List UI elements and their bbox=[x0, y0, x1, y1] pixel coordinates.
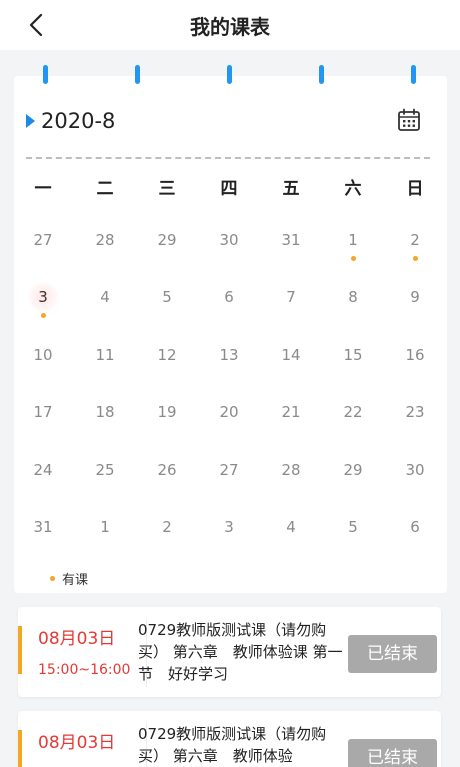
calendar-day[interactable]: 21 bbox=[271, 392, 311, 432]
binder-ring bbox=[411, 65, 416, 84]
calendar-day[interactable]: 24 bbox=[23, 450, 63, 490]
weekday-label: 五 bbox=[282, 179, 300, 199]
weekday-label: 四 bbox=[220, 179, 238, 199]
dashed-divider bbox=[26, 157, 430, 159]
calendar-day[interactable]: 5 bbox=[333, 507, 373, 547]
calendar-day-selected[interactable]: 3 bbox=[23, 277, 63, 318]
calendar-day[interactable]: 9 bbox=[395, 277, 435, 317]
legend-dot bbox=[50, 575, 55, 581]
weekday-label: 日 bbox=[406, 179, 424, 199]
calendar-day[interactable]: 29 bbox=[147, 220, 187, 260]
calendar-day[interactable]: 3 bbox=[209, 507, 249, 547]
binder-ring bbox=[227, 65, 232, 84]
legend-label: 有课 bbox=[62, 572, 89, 588]
calendar-day[interactable]: 28 bbox=[85, 220, 125, 260]
page-title: 我的课表 bbox=[190, 15, 270, 39]
month-selector[interactable]: 2020-8 bbox=[26, 107, 115, 135]
weekday-label: 一 bbox=[34, 179, 52, 199]
course-accent-bar bbox=[18, 626, 22, 674]
calendar-day[interactable]: 20 bbox=[209, 392, 249, 432]
calendar-day[interactable]: 12 bbox=[147, 335, 187, 375]
weekday-label: 二 bbox=[96, 179, 114, 199]
calendar-day[interactable]: 19 bbox=[147, 392, 187, 432]
calendar-day[interactable]: 13 bbox=[209, 335, 249, 375]
month-label: 2020-8 bbox=[41, 109, 116, 133]
calendar-day[interactable]: 27 bbox=[209, 450, 249, 490]
course-dot bbox=[41, 313, 46, 318]
course-dot bbox=[413, 256, 418, 261]
course-accent-bar bbox=[18, 730, 22, 767]
binder-ring bbox=[43, 65, 48, 84]
calendar-day[interactable]: 26 bbox=[147, 450, 187, 490]
calendar-day[interactable]: 2 bbox=[147, 507, 187, 547]
course-title: 0729教师版测试课（请勿购买） 第六章 教师体验课 第一节 好好学习 bbox=[138, 621, 343, 683]
weekday-label: 三 bbox=[158, 179, 176, 199]
calendar-day[interactable]: 27 bbox=[23, 220, 63, 260]
binder-ring bbox=[135, 65, 140, 84]
triangle-right-icon bbox=[26, 114, 35, 128]
calendar-day[interactable]: 1 bbox=[333, 220, 373, 261]
calendar-day[interactable]: 30 bbox=[395, 450, 435, 490]
calendar-day[interactable]: 14 bbox=[271, 335, 311, 375]
calendar-day[interactable]: 4 bbox=[85, 277, 125, 317]
calendar-day[interactable]: 6 bbox=[209, 277, 249, 317]
course-dot bbox=[351, 256, 356, 261]
calendar-day[interactable]: 8 bbox=[333, 277, 373, 317]
calendar-icon[interactable] bbox=[396, 107, 422, 133]
calendar-day[interactable]: 15 bbox=[333, 335, 373, 375]
course-title: 0729教师版测试课（请勿购买） 第六章 教师体验 bbox=[138, 725, 327, 765]
calendar-day[interactable]: 7 bbox=[271, 277, 311, 317]
calendar-day[interactable]: 30 bbox=[209, 220, 249, 260]
course-date: 08月03日 bbox=[38, 629, 116, 649]
status-button[interactable]: 已结束 bbox=[348, 739, 437, 767]
calendar-day[interactable]: 22 bbox=[333, 392, 373, 432]
course-time: 15:00~16:00 bbox=[38, 662, 131, 678]
calendar-day[interactable]: 2 bbox=[395, 220, 435, 261]
calendar-legend: 有课 bbox=[50, 569, 89, 588]
calendar-day[interactable]: 31 bbox=[23, 507, 63, 547]
calendar-day[interactable]: 4 bbox=[271, 507, 311, 547]
calendar-day[interactable]: 16 bbox=[395, 335, 435, 375]
calendar-day[interactable]: 25 bbox=[85, 450, 125, 490]
weekday-label: 六 bbox=[344, 179, 362, 199]
course-card[interactable]: 08月03日 0729教师版测试课（请勿购买） 第六章 教师体验 已结束 bbox=[18, 711, 441, 767]
calendar-day[interactable]: 18 bbox=[85, 392, 125, 432]
calendar-day[interactable]: 17 bbox=[23, 392, 63, 432]
calendar-day[interactable]: 6 bbox=[395, 507, 435, 547]
calendar-day[interactable]: 1 bbox=[85, 507, 125, 547]
calendar-day[interactable]: 23 bbox=[395, 392, 435, 432]
course-card[interactable]: 08月03日 15:00~16:00 0729教师版测试课（请勿购买） 第六章 … bbox=[18, 607, 441, 697]
calendar-day[interactable]: 31 bbox=[271, 220, 311, 260]
status-button[interactable]: 已结束 bbox=[348, 635, 437, 673]
calendar-day[interactable]: 29 bbox=[333, 450, 373, 490]
calendar-day[interactable]: 10 bbox=[23, 335, 63, 375]
binder-ring bbox=[319, 65, 324, 84]
calendar-day[interactable]: 11 bbox=[85, 335, 125, 375]
nav-bar: 我的课表 bbox=[0, 0, 460, 50]
calendar-day[interactable]: 5 bbox=[147, 277, 187, 317]
course-date: 08月03日 bbox=[38, 733, 116, 753]
calendar-day[interactable]: 28 bbox=[271, 450, 311, 490]
